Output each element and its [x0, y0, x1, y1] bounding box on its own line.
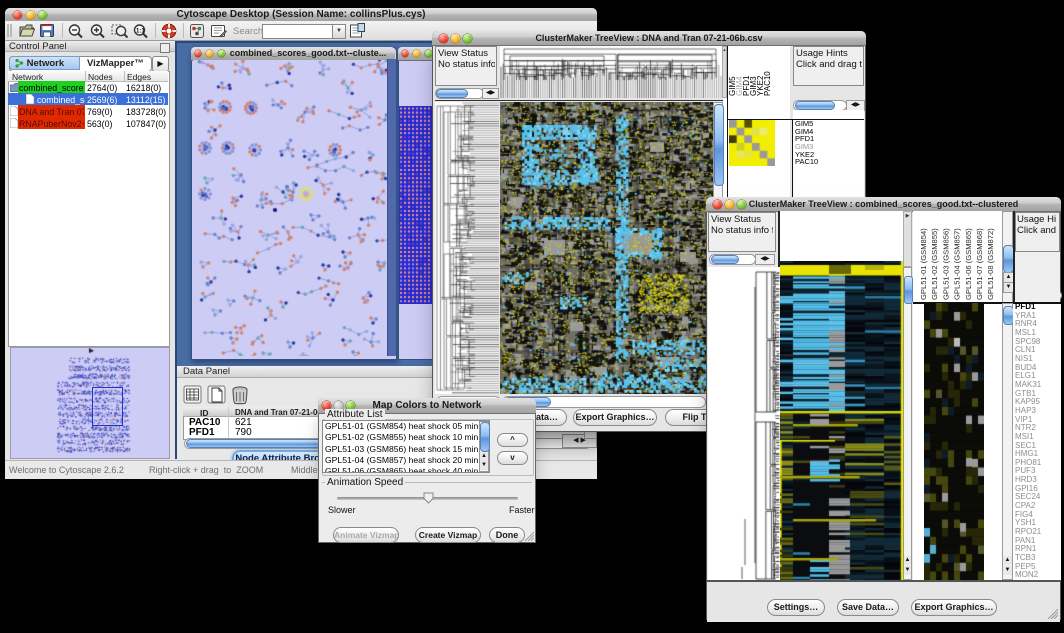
svg-text:GPL51-07 (GSM868): GPL51-07 (GSM868)	[975, 228, 984, 300]
svg-text:1:1: 1:1	[136, 29, 145, 35]
svg-text:GPL51-01 (GSM854): GPL51-01 (GSM854)	[919, 228, 928, 300]
svg-text:GPL51-02 (GSM855): GPL51-02 (GSM855)	[930, 228, 939, 300]
svg-text:GPL51-04 (GSM857): GPL51-04 (GSM857)	[953, 228, 962, 300]
svg-text:GPL51-08 (GSM872): GPL51-08 (GSM872)	[986, 228, 995, 300]
svg-text:GPL51-06 (GSM865): GPL51-06 (GSM865)	[964, 228, 973, 300]
svg-text:GPL51-03 (GSM856): GPL51-03 (GSM856)	[941, 228, 950, 300]
svg-text:PAC10: PAC10	[763, 71, 772, 96]
